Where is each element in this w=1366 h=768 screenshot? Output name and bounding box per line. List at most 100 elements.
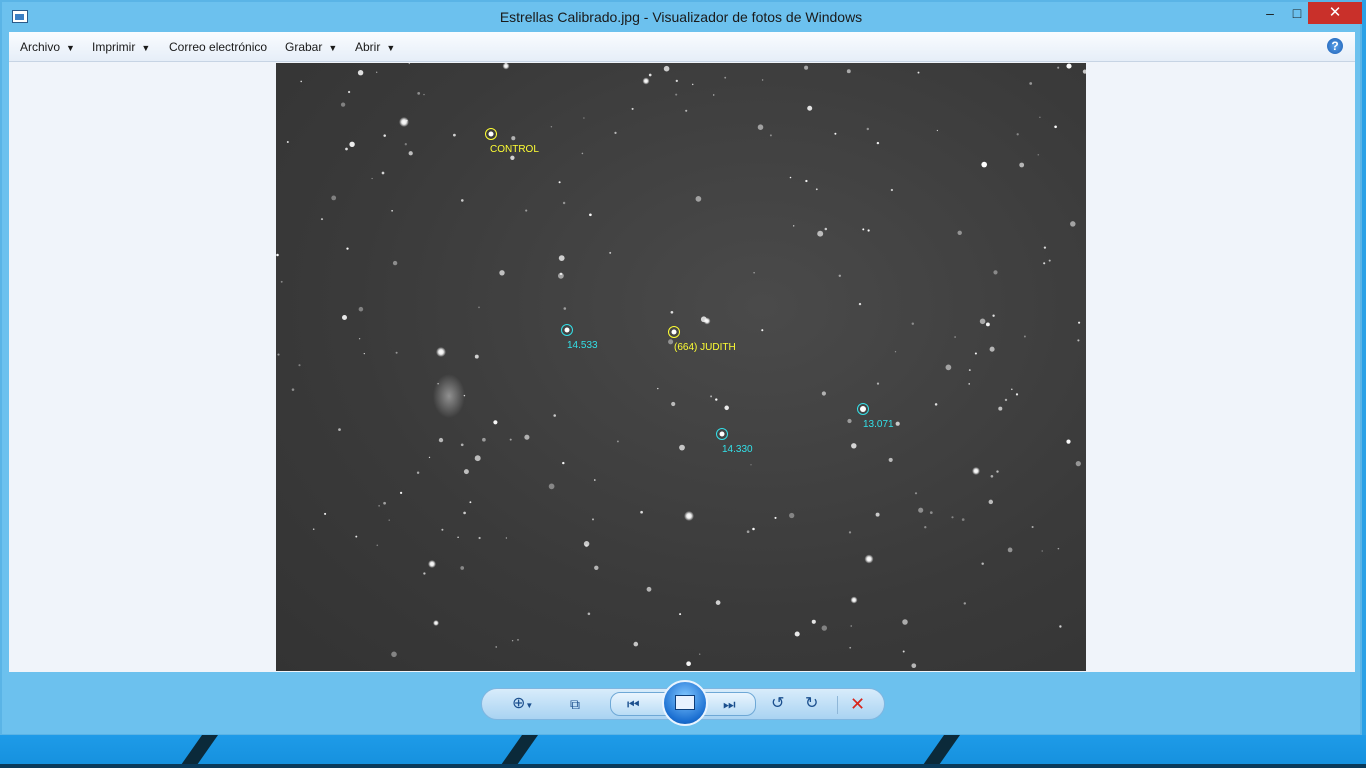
star: [1066, 439, 1071, 444]
star: [996, 470, 999, 473]
star: [924, 526, 927, 529]
star: [1031, 525, 1034, 529]
desktop-background: [0, 735, 1366, 768]
star: [562, 461, 565, 465]
star: [474, 354, 479, 359]
menu-archivo[interactable]: Archivo ▼: [20, 40, 75, 54]
next-icon[interactable]: ⏭: [723, 695, 736, 713]
star: [761, 329, 764, 332]
star: [457, 536, 459, 539]
star: [346, 247, 349, 250]
star: [968, 369, 971, 372]
star: [668, 339, 674, 345]
star: [963, 602, 967, 605]
maximize-button[interactable]: □: [1284, 2, 1310, 24]
delete-icon[interactable]: ✕: [850, 694, 865, 714]
menu-abrir[interactable]: Abrir ▼: [355, 40, 395, 54]
star: [685, 109, 688, 112]
slideshow-button[interactable]: [662, 680, 708, 726]
star: [1023, 335, 1026, 338]
star: [371, 177, 373, 180]
star: [461, 199, 464, 202]
star: [474, 455, 481, 462]
slideshow-icon: [675, 695, 695, 710]
star: [378, 505, 380, 507]
annotation-label: 13.071: [863, 419, 894, 430]
previous-icon[interactable]: ⏮: [627, 695, 640, 713]
menu-grabar[interactable]: Grabar ▼: [285, 40, 337, 54]
star: [686, 661, 691, 667]
star: [981, 562, 984, 565]
star: [838, 274, 841, 277]
actual-size-icon[interactable]: ⧉: [570, 695, 580, 713]
star: [340, 102, 346, 107]
star: [405, 119, 408, 122]
star: [895, 421, 900, 426]
star: [847, 418, 852, 424]
star: [460, 566, 465, 570]
star: [821, 391, 827, 396]
star: [280, 280, 283, 283]
star: [511, 640, 514, 642]
star: [858, 302, 862, 306]
star: [1059, 625, 1062, 628]
star: [553, 414, 556, 417]
star: [670, 310, 674, 314]
star: [381, 171, 385, 175]
star: [482, 437, 486, 442]
star: [349, 141, 355, 147]
star: [376, 544, 379, 547]
rotate-left-icon[interactable]: ↺: [771, 695, 784, 713]
star: [794, 631, 800, 637]
title-bar[interactable]: Estrellas Calibrado.jpg - Visualizador d…: [2, 2, 1362, 32]
star: [417, 92, 421, 95]
star: [875, 512, 880, 517]
star: [463, 511, 466, 515]
star: [286, 141, 289, 143]
star: [388, 519, 390, 521]
annotation-control: CONTROL: [485, 128, 539, 155]
star: [558, 181, 561, 184]
star: [642, 77, 650, 85]
star: [391, 651, 397, 658]
star: [968, 383, 970, 385]
star: [866, 127, 870, 131]
help-icon[interactable]: ?: [1327, 38, 1343, 54]
star: [436, 347, 446, 357]
star: [1066, 63, 1072, 69]
star: [691, 83, 694, 86]
star: [684, 511, 694, 521]
minimize-button[interactable]: ‒: [1256, 2, 1284, 24]
menu-correo[interactable]: Correo electrónico: [169, 40, 267, 54]
star: [363, 352, 365, 355]
star: [563, 307, 567, 310]
annotation-label: 14.533: [567, 340, 598, 351]
menu-imprimir[interactable]: Imprimir ▼: [92, 40, 150, 54]
star: [428, 560, 436, 568]
star: [357, 69, 364, 76]
star: [558, 255, 565, 261]
star: [345, 147, 348, 151]
star: [675, 79, 678, 83]
star-field-photo: CONTROL 14.533 (664) JUDITH 13.071 14.33…: [276, 63, 1086, 671]
star: [724, 405, 729, 411]
star: [951, 516, 954, 519]
rotate-right-icon[interactable]: ↻: [805, 695, 818, 713]
star: [888, 457, 893, 462]
star: [517, 639, 519, 641]
star: [1048, 259, 1051, 262]
chevron-down-icon: ▼: [328, 43, 338, 53]
close-button[interactable]: ✕: [1308, 2, 1362, 24]
star: [671, 401, 676, 407]
zoom-icon[interactable]: ⊕▼: [512, 695, 533, 715]
star: [559, 272, 563, 276]
star: [463, 469, 469, 475]
star: [894, 351, 897, 353]
star: [614, 131, 617, 135]
star: [675, 93, 678, 96]
star: [998, 406, 1003, 411]
star: [699, 653, 701, 655]
chevron-down-icon: ▼: [141, 43, 151, 53]
star: [789, 512, 795, 519]
star: [761, 79, 764, 81]
